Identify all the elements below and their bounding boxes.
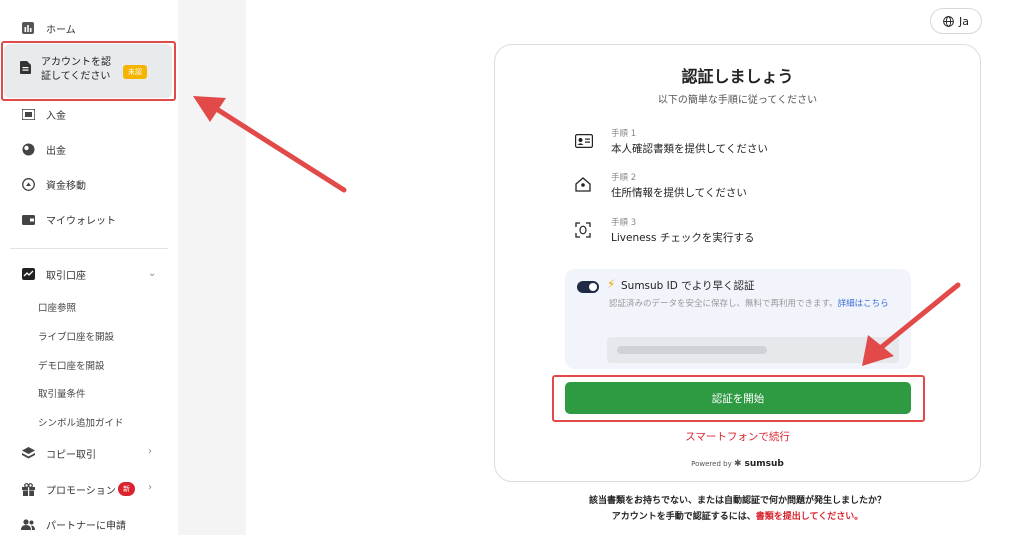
language-button[interactable]: Ja xyxy=(930,8,982,34)
chevron-right-icon[interactable]: › xyxy=(148,482,152,493)
powered-brand: sumsub xyxy=(744,459,784,469)
face-scan-icon xyxy=(575,222,593,238)
step-text: 住所情報を提供してください xyxy=(611,187,747,199)
highlight-box xyxy=(1,41,176,101)
step-number: 手順 1 xyxy=(611,129,637,139)
footer-answer: アカウントを手動で認証するには、書類を提出してください。 xyxy=(494,509,981,522)
sidebar: ホーム アカウントを認証してください 未認 入金 出金 資金移動 マイウォレット xyxy=(0,0,178,535)
step-number: 手順 3 xyxy=(611,218,637,228)
sidebar-item-label: 取引口座 xyxy=(46,270,86,282)
card-subtitle: 以下の簡単な手順に従ってください xyxy=(657,95,818,106)
chevron-down-icon[interactable]: ⌄ xyxy=(148,268,156,279)
sidebar-gutter xyxy=(178,0,246,535)
start-verification-button[interactable]: 認証を開始 xyxy=(565,382,911,414)
chevron-right-icon[interactable]: › xyxy=(148,446,152,457)
submit-documents-link[interactable]: 書類を提出してください。 xyxy=(756,512,863,522)
users-icon xyxy=(20,516,36,532)
coins-icon xyxy=(20,141,36,157)
sidebar-item-label: 入金 xyxy=(46,110,66,122)
sidebar-subitem[interactable]: シンボル追加ガイド xyxy=(38,415,124,429)
sidebar-item-label: コピー取引 xyxy=(46,449,96,461)
continue-on-phone-link[interactable]: スマートフォンで続行 xyxy=(495,429,980,444)
sidebar-item-home[interactable]: ホーム xyxy=(10,12,170,44)
home-icon xyxy=(575,177,593,193)
sidebar-subitem[interactable]: 口座参照 xyxy=(38,300,76,314)
sidebar-item-trading-accounts[interactable]: 取引口座 xyxy=(10,258,170,290)
powered-prefix: Powered by xyxy=(691,460,732,468)
sidebar-item-label: パートナーに申請 xyxy=(46,520,126,532)
sidebar-item-label: マイウォレット xyxy=(46,215,116,227)
blurred-field xyxy=(607,337,899,363)
gift-icon xyxy=(20,481,36,497)
sumsub-id-panel: ⚡ Sumsub ID でより早く認証 認証済みのデータを安全に保存し、無料で再… xyxy=(565,269,911,369)
new-badge: 新 xyxy=(118,482,135,496)
globe-icon xyxy=(943,15,954,27)
details-link[interactable]: 詳細はこちら xyxy=(838,299,889,309)
sidebar-item-label: プロモーション xyxy=(46,485,116,497)
lightning-icon: ⚡ xyxy=(607,277,616,291)
language-label: Ja xyxy=(959,14,969,28)
sumsub-logo-icon: ✱ xyxy=(733,459,742,469)
step-text: 本人確認書類を提供してください xyxy=(611,143,768,155)
sidebar-item-withdraw[interactable]: 出金 xyxy=(10,133,170,165)
step-1: 手順 1 本人確認書類を提供してください xyxy=(575,127,935,161)
sidebar-divider xyxy=(10,248,168,249)
id-card-icon xyxy=(575,133,593,149)
sumsub-desc-text: 認証済みのデータを安全に保存し、無料で再利用できます。 xyxy=(609,299,838,309)
sumsub-title: Sumsub ID でより早く認証 xyxy=(621,280,755,292)
sidebar-subitem[interactable]: ライブ口座を開設 xyxy=(38,329,114,343)
sidebar-item-partner[interactable]: パートナーに申請 xyxy=(10,508,170,535)
bar-chart-icon xyxy=(20,20,36,36)
sumsub-toggle[interactable] xyxy=(577,281,599,293)
sidebar-subitem[interactable]: 取引量条件 xyxy=(38,386,86,400)
sidebar-item-transfer[interactable]: 資金移動 xyxy=(10,168,170,200)
step-3: 手順 3 Liveness チェックを実行する xyxy=(575,216,935,250)
powered-by: Powered by ✱ sumsub xyxy=(495,459,980,469)
footer-question: 該当書類をお持ちでない、または自動認証で何か問題が発生しましたか？ xyxy=(588,496,886,506)
sumsub-description: 認証済みのデータを安全に保存し、無料で再利用できます。詳細はこちら xyxy=(609,297,899,311)
sidebar-item-copy-trading[interactable]: コピー取引 xyxy=(10,437,170,469)
sidebar-subitem[interactable]: デモ口座を開設 xyxy=(38,358,105,372)
card-title: 認証しましょう xyxy=(681,67,794,86)
sidebar-item-wallet[interactable]: マイウォレット xyxy=(10,203,170,235)
sidebar-item-deposit[interactable]: 入金 xyxy=(10,98,170,130)
sidebar-item-label: 出金 xyxy=(46,145,66,157)
wallet-icon xyxy=(20,211,36,227)
transfer-icon xyxy=(20,176,36,192)
chart-line-icon xyxy=(20,266,36,282)
step-number: 手順 2 xyxy=(611,173,637,183)
sidebar-item-label: 資金移動 xyxy=(46,180,86,192)
step-text: Liveness チェックを実行する xyxy=(611,232,755,244)
sidebar-item-label: ホーム xyxy=(46,24,76,36)
layers-icon xyxy=(20,445,36,461)
sidebar-item-promotions[interactable]: プロモーション xyxy=(10,473,170,505)
verification-card: 認証しましょう 以下の簡単な手順に従ってください 手順 1 本人確認書類を提供し… xyxy=(494,44,981,482)
wallet-in-icon xyxy=(20,106,36,122)
step-2: 手順 2 住所情報を提供してください xyxy=(575,171,935,205)
footer-answer-text: アカウントを手動で認証するには、 xyxy=(611,512,756,522)
